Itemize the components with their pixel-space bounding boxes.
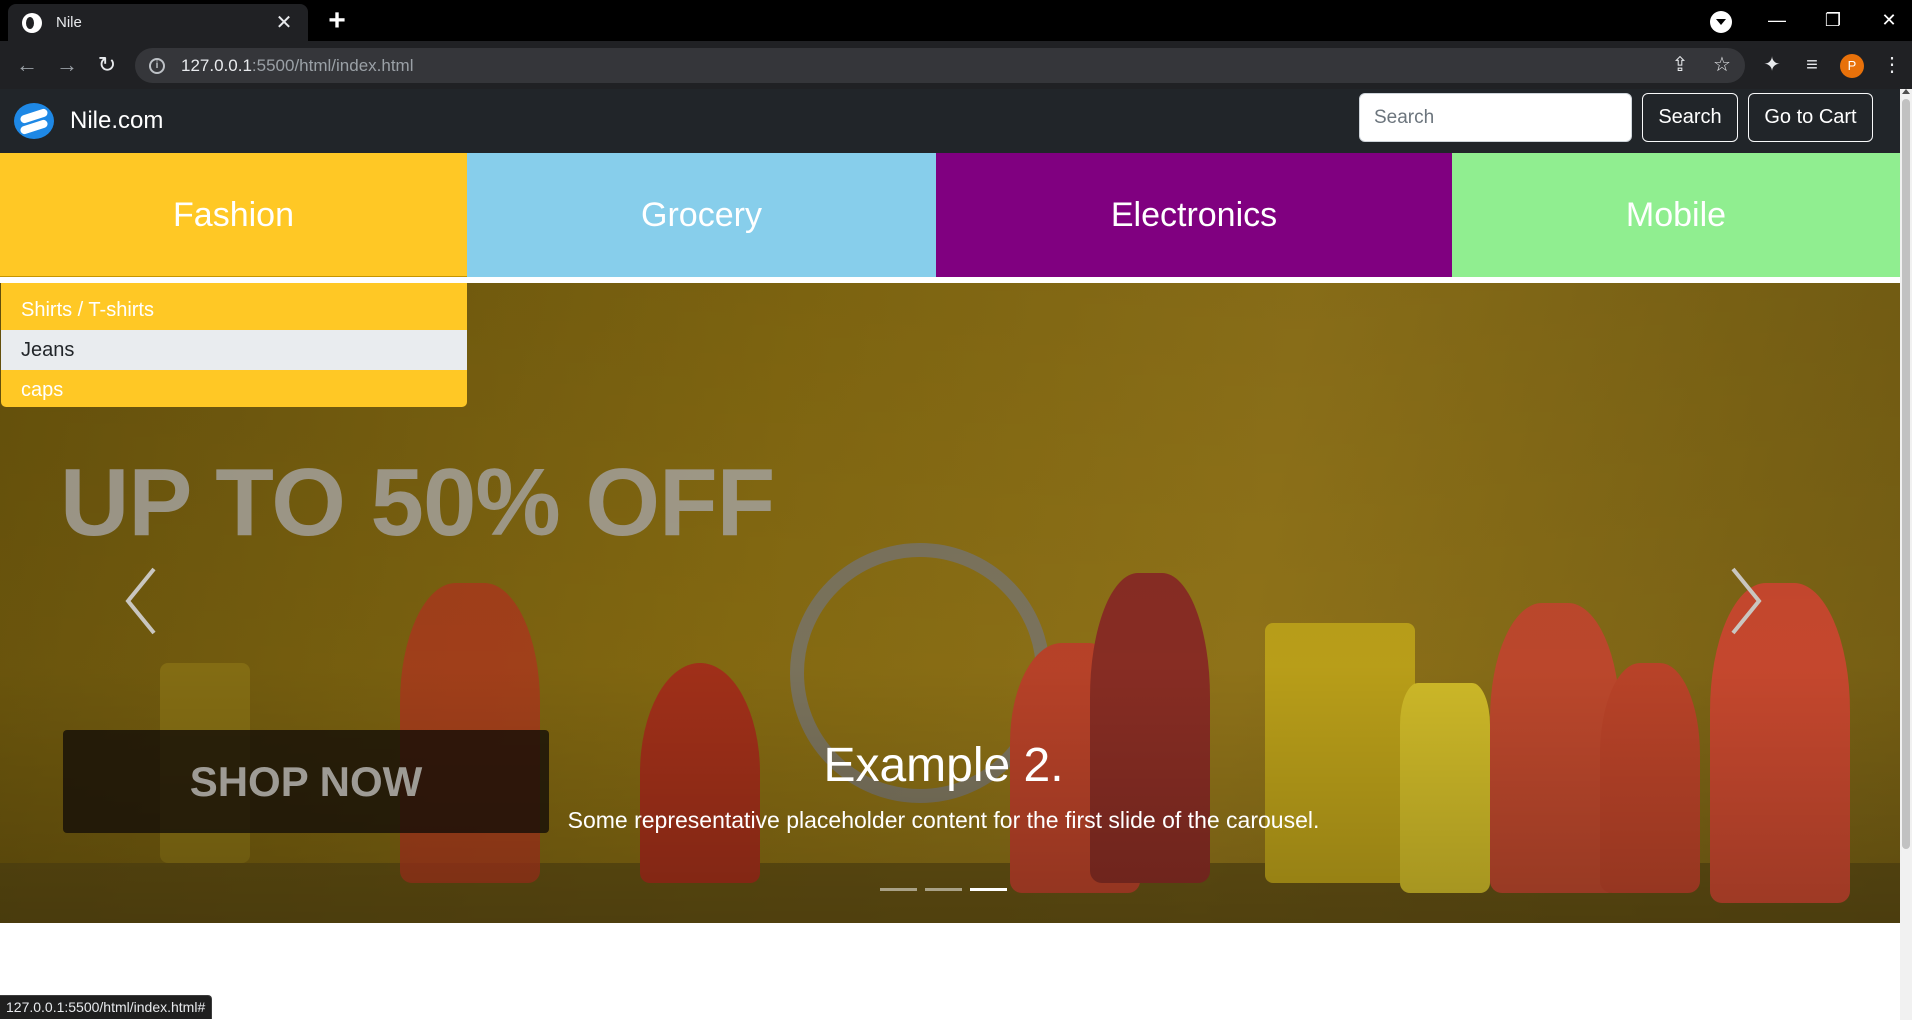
url-host: 127.0.0.1 [181, 55, 252, 75]
promo-banner-text: UP TO 50% OFF [60, 449, 775, 556]
address-bar[interactable]: i 127.0.0.1:5500/html/index.html [135, 48, 1745, 83]
browser-toolbar: ← → ↻ i 127.0.0.1:5500/html/index.html ⇪… [0, 41, 1912, 89]
tab-title: Nile [56, 14, 82, 31]
browser-tab-strip: Nile ✕ + — ❐ ✕ [0, 0, 1912, 41]
category-bar: Fashion Grocery Electronics Mobile [0, 153, 1900, 277]
media-control-icon[interactable]: ≡ [1800, 53, 1824, 77]
dropdown-divider [0, 276, 467, 277]
scroll-up-icon[interactable] [1902, 89, 1910, 94]
chevron-right-icon [1731, 567, 1762, 635]
minimize-button[interactable]: — [1756, 0, 1798, 41]
carousel-caption-text: Some representative placeholder content … [567, 807, 1320, 833]
back-icon[interactable]: ← [14, 52, 40, 78]
search-input[interactable] [1359, 93, 1632, 142]
fashion-dropdown-menu: Shirts / T-shirts Jeans caps [1, 283, 467, 407]
carousel-caption-title: Example 2. [823, 739, 1064, 792]
category-grocery[interactable]: Grocery [467, 153, 936, 277]
carousel-indicator[interactable] [880, 888, 917, 891]
chevron-left-icon [125, 567, 156, 635]
site-navbar: Nile.com Search Go to Cart [0, 89, 1900, 153]
category-mobile[interactable]: Mobile [1452, 153, 1900, 277]
share-icon[interactable]: ⇪ [1668, 53, 1692, 77]
link-status-bubble: 127.0.0.1:5500/html/index.html# [0, 995, 213, 1019]
site-info-icon[interactable]: i [149, 57, 165, 74]
forward-icon[interactable]: → [54, 52, 80, 78]
tab-close-icon[interactable]: ✕ [274, 13, 294, 33]
extensions-icon[interactable]: ✦ [1760, 53, 1784, 77]
bookmark-star-icon[interactable]: ☆ [1710, 53, 1734, 77]
carousel-indicator[interactable] [925, 888, 962, 891]
category-electronics[interactable]: Electronics [936, 153, 1452, 277]
new-tab-button[interactable]: + [322, 6, 352, 36]
dropdown-item-caps[interactable]: caps [1, 370, 467, 407]
profile-avatar[interactable]: P [1840, 54, 1864, 78]
search-button[interactable]: Search [1642, 93, 1738, 142]
dropdown-item-shirts[interactable]: Shirts / T-shirts [1, 290, 467, 330]
category-fashion[interactable]: Fashion [0, 153, 467, 277]
brand-name[interactable]: Nile.com [70, 107, 163, 135]
dropdown-item-jeans[interactable]: Jeans [1, 330, 467, 370]
url-path: :5500/html/index.html [251, 55, 414, 75]
go-to-cart-button[interactable]: Go to Cart [1748, 93, 1873, 142]
scrollbar-thumb[interactable] [1902, 99, 1910, 849]
globe-icon [22, 12, 42, 33]
browser-tab[interactable]: Nile ✕ [8, 4, 308, 41]
page-viewport: Nile.com Search Go to Cart UP TO 50% OFF… [0, 89, 1900, 1020]
tab-search-icon[interactable] [1710, 11, 1732, 33]
carousel-indicator[interactable] [970, 888, 1007, 891]
reload-icon[interactable]: ↻ [94, 52, 120, 78]
carousel-indicators [880, 888, 1007, 891]
browser-menu-icon[interactable]: ⋮ [1880, 53, 1904, 77]
carousel-next-button[interactable] [1725, 565, 1765, 637]
brand-logo-icon[interactable] [14, 103, 54, 139]
carousel-prev-button[interactable] [122, 565, 162, 637]
close-window-button[interactable]: ✕ [1868, 0, 1910, 41]
restore-button[interactable]: ❐ [1812, 0, 1854, 41]
page-scrollbar[interactable] [1900, 89, 1912, 1020]
